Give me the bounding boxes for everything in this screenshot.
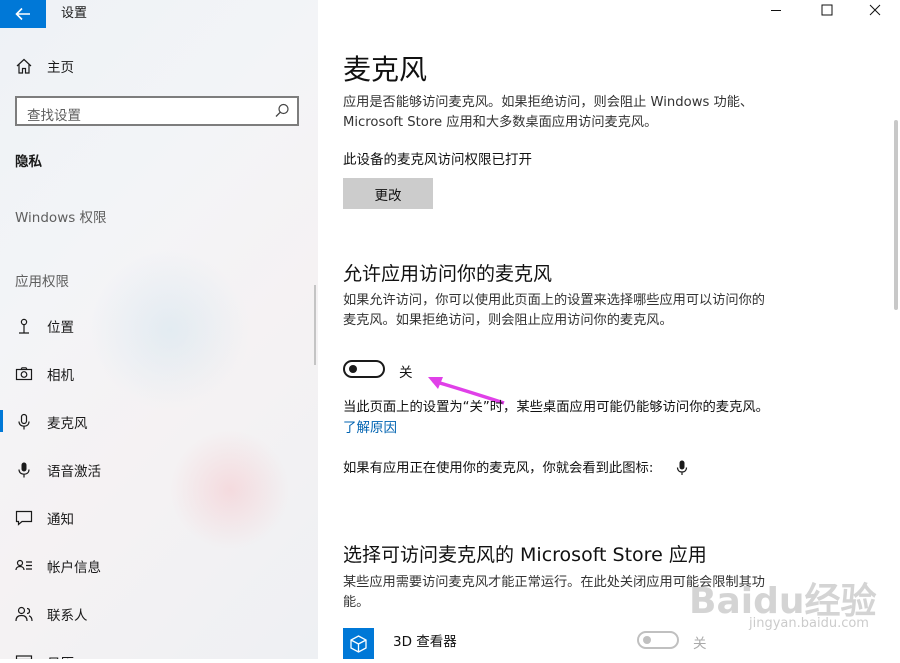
sidebar: 设置 主页 查找设置 隐私 Windows 权限 应用权限 位置 相机 麦克风 — [0, 0, 318, 659]
3d-viewer-app-icon — [343, 628, 374, 659]
intro-text: 应用是否能够访问麦克风。如果拒绝访问，则会阻止 Windows 功能、 Micr… — [343, 93, 803, 133]
maximize-button[interactable] — [807, 0, 847, 20]
location-icon — [15, 317, 33, 335]
device-status-text: 此设备的麦克风访问权限已打开 — [343, 152, 532, 168]
allow-apps-heading: 允许应用访问你的麦克风 — [343, 263, 553, 285]
store-apps-heading: 选择可访问麦克风的 Microsoft Store 应用 — [343, 544, 707, 566]
category-heading: 隐私 — [15, 154, 42, 170]
description-line: 麦克风。如果拒绝访问，则会阻止应用访问你的麦克风。 — [343, 313, 673, 328]
section-app-permissions: 应用权限 — [15, 274, 69, 290]
sidebar-item-label: 通知 — [47, 512, 74, 528]
search-icon — [273, 102, 291, 120]
microphone-indicator-icon — [676, 460, 688, 475]
sidebar-item-voice-activation[interactable]: 语音激活 — [0, 450, 318, 490]
home-icon — [15, 57, 33, 75]
description-line: 如果允许访问，你可以使用此页面上的设置来选择哪些应用可以访问你的 — [343, 293, 765, 308]
toggle-knob — [349, 365, 357, 373]
search-placeholder: 查找设置 — [27, 108, 81, 124]
intro-line: 应用是否能够访问麦克风。如果拒绝访问，则会阻止 Windows 功能、 — [343, 95, 754, 110]
back-arrow-icon — [15, 7, 30, 21]
search-input[interactable]: 查找设置 — [15, 96, 299, 126]
section-windows-permissions: Windows 权限 — [15, 210, 107, 226]
allow-apps-toggle[interactable] — [343, 360, 385, 378]
sidebar-item-label: 位置 — [47, 320, 74, 336]
app-name: 3D 查看器 — [393, 634, 457, 650]
learn-more-link[interactable]: 了解原因 — [343, 416, 397, 436]
cube-icon — [350, 635, 367, 653]
sidebar-item-label: 相机 — [47, 368, 74, 384]
notification-icon — [15, 509, 33, 527]
voice-icon — [15, 461, 33, 479]
toggle-state-label: 关 — [693, 636, 707, 652]
watermark-url: jingyan.baidu.com — [749, 616, 869, 631]
contacts-icon — [15, 605, 33, 623]
change-button[interactable]: 更改 — [343, 178, 433, 209]
sidebar-item-label: 日历 — [47, 652, 74, 659]
intro-line: Microsoft Store 应用和大多数桌面应用访问麦克风。 — [343, 115, 658, 130]
off-note: 当此页面上的设置为“关”时，某些桌面应用可能仍能够访问你的麦克风。 — [343, 400, 769, 415]
sidebar-item-calendar[interactable]: 日历 — [0, 642, 318, 659]
sidebar-item-account-info[interactable]: 帐户信息 — [0, 546, 318, 586]
account-info-icon — [15, 557, 33, 575]
sidebar-item-label: 帐户信息 — [47, 560, 101, 576]
minimize-button[interactable] — [756, 0, 796, 20]
sidebar-item-contacts[interactable]: 联系人 — [0, 594, 318, 634]
window-title: 设置 — [61, 6, 88, 21]
maximize-icon — [821, 4, 833, 16]
sidebar-item-location[interactable]: 位置 — [0, 306, 318, 346]
minimize-icon — [771, 10, 781, 11]
allow-apps-description: 如果允许访问，你可以使用此页面上的设置来选择哪些应用可以访问你的 麦克风。如果拒… — [343, 291, 803, 331]
main-content: 麦克风 应用是否能够访问麦克风。如果拒绝访问，则会阻止 Windows 功能、 … — [319, 0, 900, 659]
indicator-note: 如果有应用正在使用你的麦克风，你就会看到此图标: — [343, 461, 654, 476]
sidebar-scrollbar[interactable] — [314, 285, 316, 365]
close-button[interactable] — [855, 0, 895, 20]
3d-viewer-toggle[interactable] — [637, 631, 679, 649]
sidebar-item-label: 语音激活 — [47, 464, 101, 480]
scrolled-text-fragment — [343, 80, 793, 90]
sidebar-item-camera[interactable]: 相机 — [0, 354, 318, 394]
close-icon — [869, 4, 881, 16]
sidebar-item-notifications[interactable]: 通知 — [0, 498, 318, 538]
calendar-icon — [15, 653, 33, 659]
toggle-state-label: 关 — [399, 365, 413, 381]
sidebar-item-label: 麦克风 — [47, 416, 88, 432]
sidebar-item-home[interactable]: 主页 — [0, 46, 318, 86]
sidebar-item-microphone[interactable]: 麦克风 — [0, 402, 318, 442]
toggle-knob — [643, 636, 651, 644]
sidebar-item-label: 联系人 — [47, 608, 88, 624]
microphone-icon — [15, 413, 33, 431]
sidebar-item-label: 主页 — [47, 60, 74, 76]
back-button[interactable] — [0, 0, 46, 28]
camera-icon — [15, 365, 33, 383]
main-scrollbar[interactable] — [894, 120, 898, 310]
